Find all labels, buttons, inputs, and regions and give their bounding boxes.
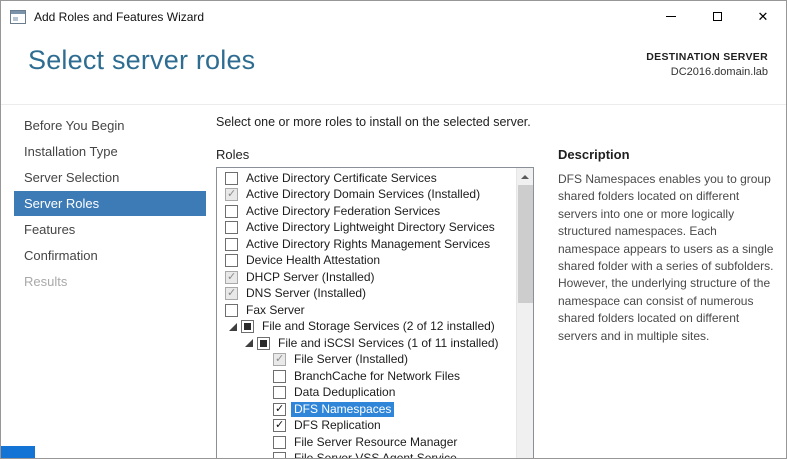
destination-server-label: DESTINATION SERVER: [646, 51, 768, 63]
role-checkbox[interactable]: [225, 287, 238, 300]
role-label: Active Directory Lightweight Directory S…: [243, 220, 498, 235]
description-text: DFS Namespaces enables you to group shar…: [558, 171, 777, 345]
header-divider: [1, 104, 786, 105]
scroll-up-button[interactable]: [517, 168, 533, 185]
role-row-device-health-attestation[interactable]: Device Health Attestation: [217, 253, 516, 270]
role-checkbox[interactable]: [225, 188, 238, 201]
role-row-file-and-iscsi-services-1-of-11-installed[interactable]: File and iSCSI Services (1 of 11 install…: [217, 335, 516, 352]
role-row-dns-server-installed[interactable]: DNS Server (Installed): [217, 286, 516, 303]
role-label: DNS Server (Installed): [243, 286, 369, 301]
window-controls: ✕: [648, 1, 786, 32]
role-row-active-directory-domain-services-installed[interactable]: Active Directory Domain Services (Instal…: [217, 187, 516, 204]
role-checkbox[interactable]: [273, 370, 286, 383]
role-checkbox[interactable]: [273, 403, 286, 416]
role-checkbox[interactable]: [225, 172, 238, 185]
sidebar-nav: Before You BeginInstallation TypeServer …: [14, 113, 206, 295]
role-row-dfs-replication[interactable]: DFS Replication: [217, 418, 516, 435]
maximize-button[interactable]: [694, 1, 740, 32]
role-checkbox[interactable]: [225, 221, 238, 234]
role-checkbox[interactable]: [273, 419, 286, 432]
role-checkbox[interactable]: [273, 353, 286, 366]
description-title: Description: [558, 147, 630, 162]
roles-scrollbar[interactable]: [516, 168, 533, 459]
sidebar-item-results[interactable]: Results: [14, 269, 206, 294]
role-label: Data Deduplication: [291, 385, 398, 400]
scroll-up-icon: [521, 171, 529, 179]
role-row-file-server-installed[interactable]: File Server (Installed): [217, 352, 516, 369]
sidebar-item-features[interactable]: Features: [14, 217, 206, 242]
role-checkbox[interactable]: [241, 320, 254, 333]
role-label: File Server Resource Manager: [291, 435, 460, 450]
role-label: File and Storage Services (2 of 12 insta…: [259, 319, 498, 334]
role-row-fax-server[interactable]: Fax Server: [217, 302, 516, 319]
role-label: Device Health Attestation: [243, 253, 383, 268]
destination-server-name: DC2016.domain.lab: [646, 66, 768, 78]
role-checkbox[interactable]: [225, 238, 238, 251]
role-row-active-directory-rights-management-services[interactable]: Active Directory Rights Management Servi…: [217, 236, 516, 253]
role-row-file-and-storage-services-2-of-12-installed[interactable]: File and Storage Services (2 of 12 insta…: [217, 319, 516, 336]
sidebar-item-server-roles[interactable]: Server Roles: [14, 191, 206, 216]
role-label: Fax Server: [243, 303, 308, 318]
add-roles-wizard-window: Add Roles and Features Wizard ✕ Select s…: [0, 0, 787, 459]
close-icon: ✕: [758, 10, 769, 23]
role-label: File Server VSS Agent Service: [291, 451, 460, 459]
role-checkbox[interactable]: [273, 436, 286, 449]
role-checkbox[interactable]: [225, 254, 238, 267]
roles-list-label: Roles: [216, 147, 249, 162]
role-checkbox[interactable]: [225, 271, 238, 284]
window-title: Add Roles and Features Wizard: [34, 10, 204, 24]
role-row-active-directory-certificate-services[interactable]: Active Directory Certificate Services: [217, 170, 516, 187]
maximize-icon: [713, 12, 722, 21]
minimize-icon: [666, 16, 676, 17]
role-label: Active Directory Rights Management Servi…: [243, 237, 493, 252]
role-row-file-server-resource-manager[interactable]: File Server Resource Manager: [217, 434, 516, 451]
role-label: DFS Replication: [291, 418, 384, 433]
role-row-dfs-namespaces[interactable]: DFS Namespaces: [217, 401, 516, 418]
role-row-active-directory-federation-services[interactable]: Active Directory Federation Services: [217, 203, 516, 220]
sidebar-item-installation-type[interactable]: Installation Type: [14, 139, 206, 164]
role-label: Active Directory Domain Services (Instal…: [243, 187, 483, 202]
sidebar-item-server-selection[interactable]: Server Selection: [14, 165, 206, 190]
role-checkbox[interactable]: [225, 205, 238, 218]
scrollbar-thumb[interactable]: [518, 185, 533, 303]
role-checkbox[interactable]: [273, 386, 286, 399]
role-label: Active Directory Certificate Services: [243, 171, 440, 186]
tree-expander-icon[interactable]: [241, 339, 257, 347]
minimize-button[interactable]: [648, 1, 694, 32]
destination-server-block: DESTINATION SERVER DC2016.domain.lab: [646, 51, 768, 78]
role-label: File Server (Installed): [291, 352, 411, 367]
tree-expander-icon[interactable]: [225, 323, 241, 331]
roles-list: Active Directory Certificate ServicesAct…: [217, 170, 516, 459]
role-label: File and iSCSI Services (1 of 11 install…: [275, 336, 502, 351]
role-checkbox[interactable]: [225, 304, 238, 317]
role-checkbox[interactable]: [257, 337, 270, 350]
role-label: Active Directory Federation Services: [243, 204, 443, 219]
sidebar-item-confirmation[interactable]: Confirmation: [14, 243, 206, 268]
role-row-file-server-vss-agent-service[interactable]: File Server VSS Agent Service: [217, 451, 516, 459]
role-row-data-deduplication[interactable]: Data Deduplication: [217, 385, 516, 402]
role-label: BranchCache for Network Files: [291, 369, 463, 384]
wizard-icon: [10, 10, 26, 24]
role-checkbox[interactable]: [273, 452, 286, 459]
role-label: DHCP Server (Installed): [243, 270, 377, 285]
sidebar-item-before-you-begin[interactable]: Before You Begin: [14, 113, 206, 138]
role-row-branchcache-for-network-files[interactable]: BranchCache for Network Files: [217, 368, 516, 385]
instruction-text: Select one or more roles to install on t…: [216, 115, 531, 129]
roles-listbox[interactable]: Active Directory Certificate ServicesAct…: [216, 167, 534, 459]
role-label: DFS Namespaces: [291, 402, 394, 417]
taskbar-start-fragment[interactable]: [1, 446, 35, 458]
close-button[interactable]: ✕: [740, 1, 786, 32]
page-title: Select server roles: [28, 45, 255, 76]
role-row-active-directory-lightweight-directory-services[interactable]: Active Directory Lightweight Directory S…: [217, 220, 516, 237]
role-row-dhcp-server-installed[interactable]: DHCP Server (Installed): [217, 269, 516, 286]
titlebar[interactable]: Add Roles and Features Wizard ✕: [1, 1, 786, 32]
